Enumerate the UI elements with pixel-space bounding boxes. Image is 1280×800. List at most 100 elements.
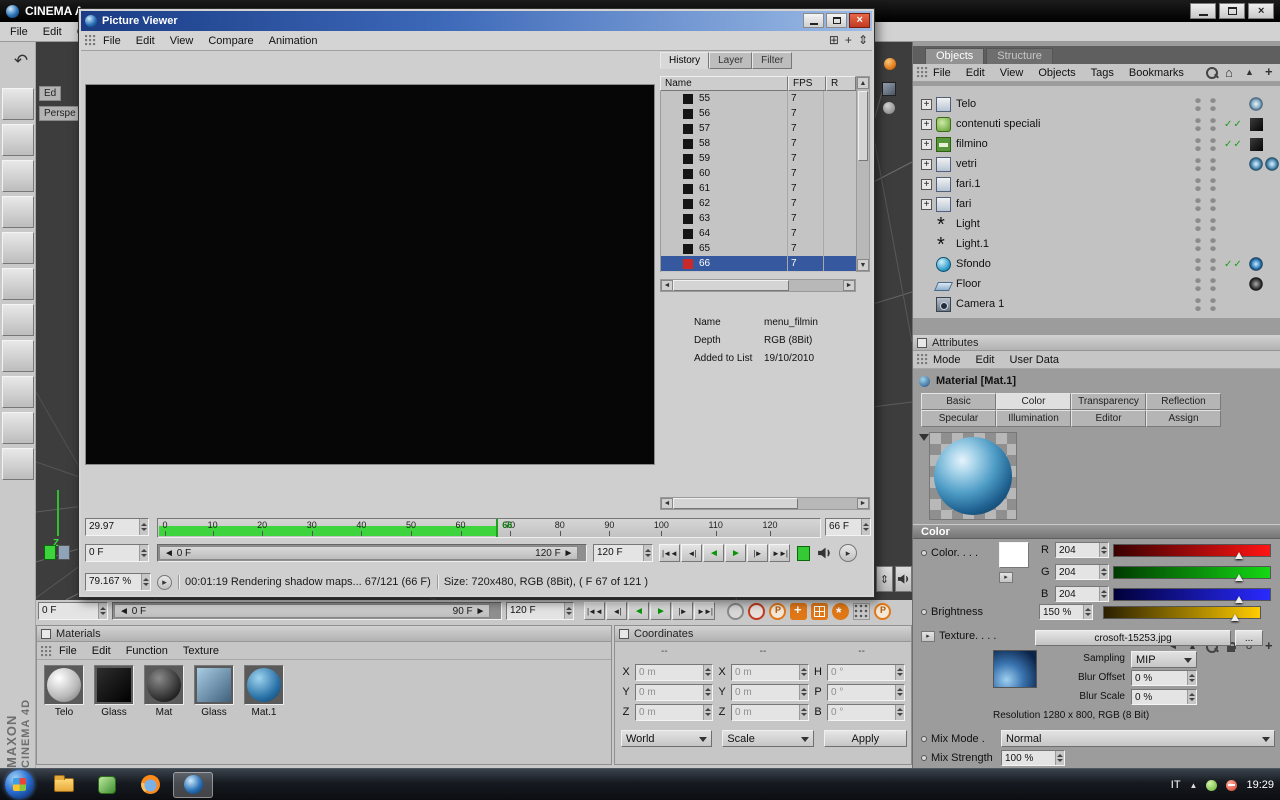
restore-button[interactable]: [1219, 3, 1245, 19]
object-tag-thumbnail[interactable]: [1248, 296, 1280, 313]
spinner-arrows-icon[interactable]: [1083, 605, 1092, 619]
transport-button[interactable]: |►: [747, 544, 768, 562]
snap-dots-icon[interactable]: [853, 602, 870, 620]
sampling-dropdown[interactable]: MIP: [1131, 651, 1197, 668]
history-tab[interactable]: Filter: [752, 52, 793, 69]
attribute-tab[interactable]: Color: [996, 393, 1071, 410]
attribute-tab[interactable]: Transparency: [1071, 393, 1146, 410]
spinner-arrows-icon[interactable]: [861, 519, 870, 535]
object-name[interactable]: Floor: [956, 278, 1195, 290]
manager-tab[interactable]: Structure: [986, 48, 1053, 64]
preview-collapse-icon[interactable]: [919, 434, 929, 446]
globe-tool[interactable]: [2, 124, 34, 156]
mix-strength-field[interactable]: 100 %: [1001, 750, 1065, 766]
world-dropdown[interactable]: World: [621, 730, 713, 747]
picture-viewer-window[interactable]: Picture Viewer × File Edit View Compare Anim…: [78, 8, 875, 598]
slider-marker-icon[interactable]: [1234, 548, 1243, 559]
points-tool[interactable]: [2, 160, 34, 192]
play-options-icon[interactable]: [769, 602, 786, 620]
object-tag-thumbnail[interactable]: [1248, 115, 1280, 133]
color-group-header[interactable]: Color: [913, 524, 1280, 539]
scroll-right-icon[interactable]: ►: [843, 280, 855, 291]
object-row[interactable]: vetri: [913, 154, 1280, 174]
menu-item[interactable]: Tags: [1091, 67, 1114, 79]
clock[interactable]: 19:29: [1246, 779, 1274, 791]
object-tag-thumbnail[interactable]: [1248, 236, 1280, 253]
taskbar-cinema4d-button[interactable]: [173, 771, 213, 798]
coordinates-header[interactable]: Coordinates: [615, 626, 911, 642]
attributes-header[interactable]: Attributes: [913, 335, 1280, 351]
history-row[interactable]: 63 7: [661, 211, 856, 226]
object-tag-thumbnail[interactable]: [1248, 135, 1280, 153]
slider-marker-icon[interactable]: [1234, 592, 1243, 603]
spinner-arrows-icon[interactable]: [799, 684, 808, 700]
spinner-arrows-icon[interactable]: [1055, 751, 1064, 765]
visibility-dots[interactable]: [1195, 177, 1216, 191]
visibility-dots[interactable]: [1195, 157, 1216, 171]
menu-item[interactable]: Objects: [1038, 67, 1075, 79]
scroll-thumb[interactable]: [858, 91, 868, 161]
transport-button[interactable]: ◄|: [606, 602, 627, 620]
timeline-end-field[interactable]: 120 F: [506, 602, 574, 620]
material-preview[interactable]: [929, 432, 1017, 520]
material-thumbnail[interactable]: [244, 665, 284, 705]
record-icon[interactable]: [797, 546, 810, 561]
grip-icon[interactable]: [85, 35, 97, 47]
transport-button[interactable]: ►►|: [694, 602, 715, 620]
visibility-dots[interactable]: [1195, 197, 1216, 211]
visibility-dots[interactable]: [1195, 217, 1216, 231]
spinner-arrows-icon[interactable]: [703, 684, 712, 700]
visibility-dots[interactable]: [1195, 137, 1216, 151]
transport-button[interactable]: ►►|: [769, 544, 790, 562]
menu-item[interactable]: View: [170, 35, 194, 47]
pv-maximize-button[interactable]: [826, 13, 847, 28]
history-row[interactable]: 62 7: [661, 196, 856, 211]
current-frame-marker[interactable]: [495, 519, 498, 537]
play-round-button[interactable]: ▸: [839, 544, 857, 562]
updown-icon[interactable]: ⇕: [858, 33, 868, 47]
checkerboard-tool[interactable]: [2, 376, 34, 408]
object-tag-thumbnail[interactable]: [1248, 216, 1280, 233]
language-indicator[interactable]: IT: [1171, 779, 1181, 791]
material-palette-tool[interactable]: [2, 88, 34, 120]
texture-expand-icon[interactable]: ▸: [921, 630, 935, 642]
size-field[interactable]: 0 m: [731, 663, 809, 681]
history-row[interactable]: 66 7: [661, 256, 856, 271]
attribute-tab[interactable]: Basic: [921, 393, 996, 410]
move-icon[interactable]: +: [845, 33, 852, 47]
spinner-arrows-icon[interactable]: [799, 664, 808, 680]
transport-button[interactable]: |►: [672, 602, 693, 620]
channel-slider[interactable]: [1113, 565, 1271, 581]
transport-button[interactable]: ◄: [628, 602, 649, 620]
material-item[interactable]: Mat.1: [241, 665, 287, 718]
taskbar-folder-button[interactable]: [44, 772, 84, 798]
cluster-tool[interactable]: [2, 448, 34, 480]
settings-gear-icon[interactable]: [832, 602, 849, 620]
visibility-dots[interactable]: [1195, 237, 1216, 251]
menu-item[interactable]: Edit: [43, 26, 62, 38]
expand-toggle[interactable]: [921, 198, 932, 210]
scale-dropdown[interactable]: Scale: [722, 730, 814, 747]
search-icon[interactable]: [1205, 66, 1219, 80]
zoom-play-icon[interactable]: ▸: [157, 574, 172, 590]
undo-icon[interactable]: ↶: [6, 48, 36, 74]
swatch-expand-icon[interactable]: ▸: [999, 572, 1013, 583]
menu-item[interactable]: Animation: [269, 35, 318, 47]
tray-alert-icon[interactable]: [1226, 779, 1238, 791]
spinner-arrows-icon[interactable]: [799, 704, 808, 720]
grip-icon[interactable]: [917, 67, 929, 79]
transport-button[interactable]: ►: [650, 602, 671, 620]
speaker-icon[interactable]: [895, 566, 912, 592]
scroll-thumb[interactable]: [673, 280, 790, 291]
pv-start-field[interactable]: 0 F: [85, 544, 149, 562]
apply-button[interactable]: Apply: [823, 730, 907, 747]
scroll-left-icon[interactable]: ◄: [661, 280, 673, 291]
menu-item[interactable]: Mode: [933, 354, 961, 366]
manager-tab[interactable]: Objects: [925, 48, 985, 64]
brightness-field[interactable]: 150 %: [1039, 604, 1093, 620]
grip-icon[interactable]: [917, 354, 929, 366]
object-tag-thumbnail[interactable]: [1248, 95, 1280, 113]
object-row[interactable]: Sfondo: [913, 254, 1280, 274]
taskbar-browser-button[interactable]: [130, 772, 170, 798]
history-tab[interactable]: Layer: [709, 52, 753, 69]
